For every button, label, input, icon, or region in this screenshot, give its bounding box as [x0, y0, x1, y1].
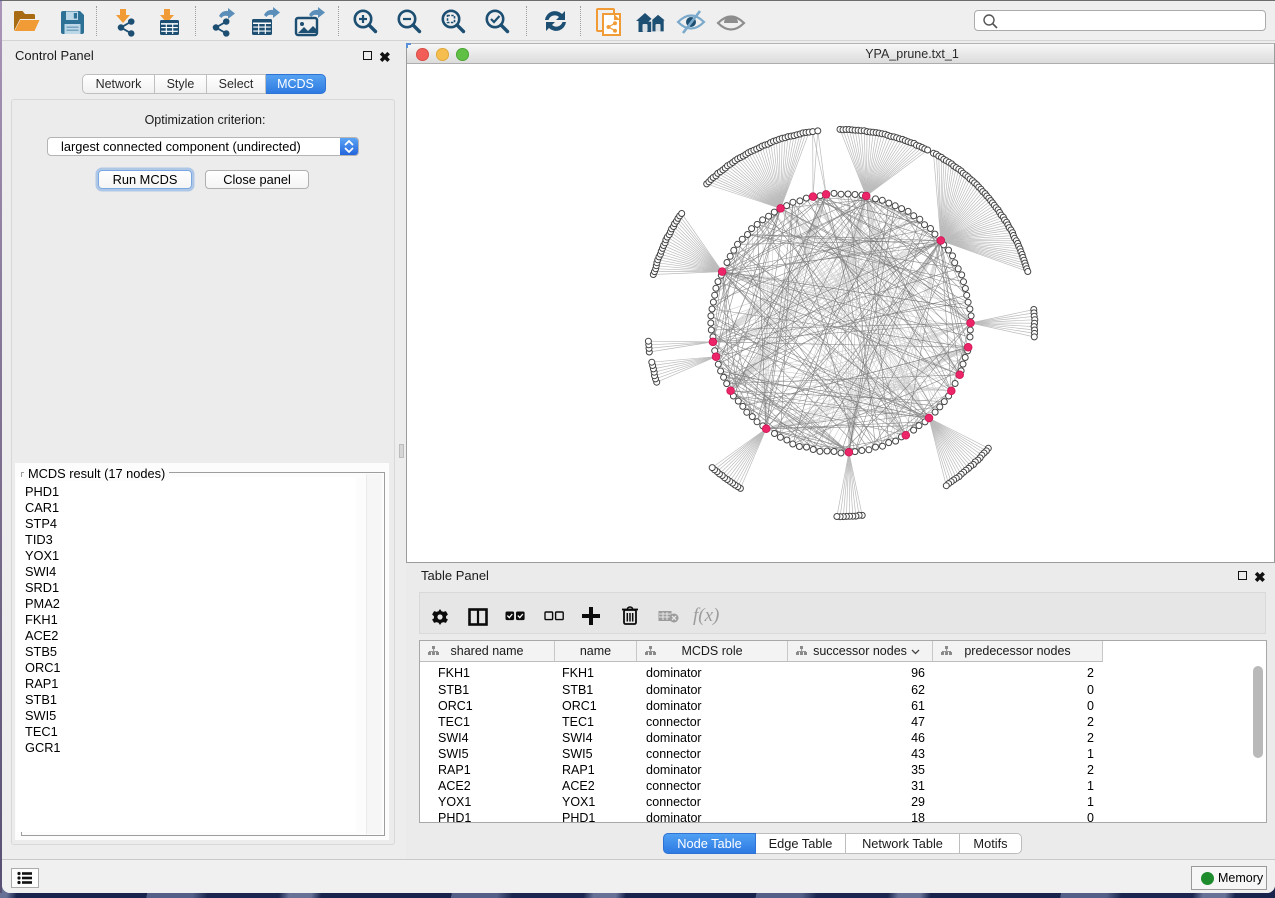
svg-text:f(x): f(x): [693, 605, 719, 626]
